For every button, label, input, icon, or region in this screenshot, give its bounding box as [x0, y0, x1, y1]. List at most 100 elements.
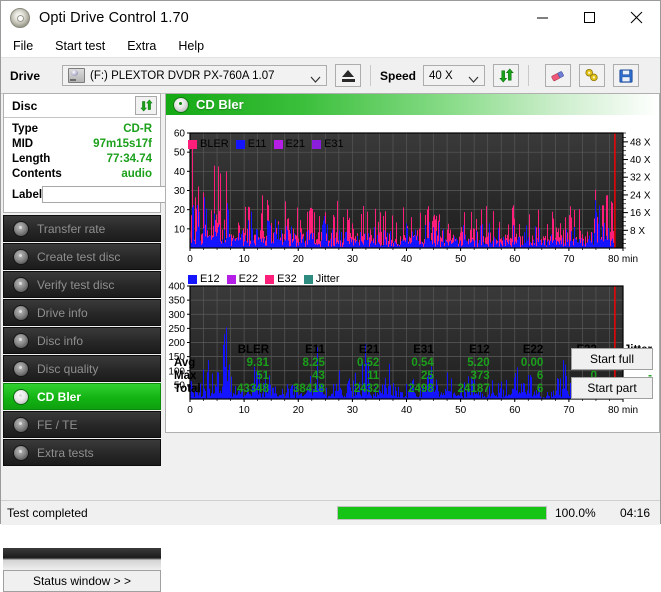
sidebar-item-label: Verify test disc	[37, 278, 114, 292]
legend-label: E12	[200, 273, 220, 285]
disc-icon	[13, 249, 29, 265]
tools-icon	[584, 68, 600, 83]
sidebar-item-label: CD Bler	[37, 390, 81, 404]
refresh-icon	[499, 68, 514, 83]
cell-avg-e31: 0.54	[386, 357, 440, 370]
sidebar-item-fe-te[interactable]: FE / TE	[3, 411, 161, 438]
toolbar-divider-2	[528, 65, 529, 86]
col-e22: E22	[497, 344, 551, 357]
legend-swatch	[265, 275, 274, 284]
floppy-disk-icon	[619, 69, 633, 83]
svg-text:50: 50	[174, 148, 186, 159]
minimize-icon[interactable]	[519, 1, 566, 34]
disc-contents-value: audio	[121, 167, 152, 182]
legend-label: BLER	[200, 138, 229, 150]
cell-max-e31: 25	[386, 370, 440, 383]
svg-text:40: 40	[401, 405, 413, 416]
sidebar-item-extra-tests[interactable]: Extra tests	[3, 439, 161, 466]
svg-text:250: 250	[168, 324, 185, 335]
legend-swatch	[236, 140, 245, 149]
disc-icon	[13, 417, 29, 433]
chevron-down-icon	[469, 72, 478, 86]
legend-item-e31: E31	[312, 138, 344, 150]
progress-bar	[337, 506, 547, 520]
svg-text:50: 50	[455, 254, 467, 265]
status-window-button[interactable]: Status window > >	[3, 570, 161, 592]
progress-percent: 100.0%	[555, 506, 615, 520]
save-button[interactable]	[613, 64, 639, 87]
erase-button[interactable]	[545, 64, 571, 87]
sidebar-item-cd-bler[interactable]: CD Bler	[3, 383, 161, 410]
sidebar-item-disc-info[interactable]: Disc info	[3, 327, 161, 354]
status-bar: Test completed 100.0% 04:16	[1, 500, 660, 525]
disc-row-mid: MID 97m15s17f	[12, 137, 152, 152]
row-label-avg: Avg	[170, 357, 220, 370]
row-label-max: Max	[170, 370, 220, 383]
speed-select-value: 40 X	[424, 70, 453, 82]
disc-refresh-button[interactable]	[135, 96, 157, 115]
menu-item-extra[interactable]: Extra	[117, 37, 166, 55]
svg-text:30: 30	[174, 186, 186, 197]
legend-label: E21	[286, 138, 306, 150]
application-window: Opti Drive Control 1.70 File Start test …	[0, 0, 661, 524]
disc-mid-key: MID	[12, 137, 33, 152]
drive-select[interactable]: (F:) PLEXTOR DVDR PX-760A 1.07	[62, 65, 327, 86]
sidebar-gradient-strip	[3, 548, 161, 570]
eraser-icon	[550, 69, 566, 83]
cell-max-bler: 51	[220, 370, 276, 383]
disc-icon	[13, 305, 29, 321]
svg-text:300: 300	[168, 310, 185, 321]
menu-item-file[interactable]: File	[3, 37, 43, 55]
start-buttons: Start full Start part	[571, 348, 653, 406]
sidebar-item-verify-test-disc[interactable]: Verify test disc	[3, 271, 161, 298]
sidebar-item-label: Transfer rate	[37, 222, 105, 236]
svg-text:80 min: 80 min	[608, 405, 638, 416]
legend-swatch	[188, 275, 197, 284]
eject-button[interactable]	[335, 64, 361, 87]
svg-text:30: 30	[347, 254, 359, 265]
start-part-button[interactable]: Start part	[571, 377, 653, 399]
legend-item-bler: BLER	[188, 138, 229, 150]
svg-text:48 X: 48 X	[630, 137, 651, 148]
title-bar: Opti Drive Control 1.70	[1, 1, 660, 34]
toolbar-divider-1	[370, 65, 371, 86]
svg-text:30: 30	[347, 405, 359, 416]
app-disc-icon	[10, 8, 30, 28]
disc-type-key: Type	[12, 122, 38, 137]
refresh-button[interactable]	[493, 64, 519, 87]
sidebar-item-drive-info[interactable]: Drive info	[3, 299, 161, 326]
legend-item-jitter: Jitter	[304, 273, 340, 285]
start-full-button[interactable]: Start full	[571, 348, 653, 370]
sidebar-item-disc-quality[interactable]: Disc quality	[3, 355, 161, 382]
col-e12: E12	[441, 344, 497, 357]
cell-total-e22: 6	[497, 383, 551, 396]
col-e31: E31	[386, 344, 440, 357]
disc-mid-value: 97m15s17f	[93, 137, 152, 152]
legend-label: Jitter	[316, 273, 340, 285]
legend-item-e32: E32	[265, 273, 297, 285]
maximize-icon[interactable]	[566, 1, 613, 34]
speed-select[interactable]: 40 X	[423, 65, 485, 86]
panel-header: CD Bler	[166, 94, 659, 115]
tools-button[interactable]	[579, 64, 605, 87]
svg-text:16 X: 16 X	[630, 208, 651, 219]
speed-label: Speed	[380, 69, 416, 83]
svg-text:20: 20	[293, 254, 305, 265]
cell-total-e12: 24187	[441, 383, 497, 396]
menu-item-help[interactable]: Help	[168, 37, 214, 55]
sidebar-item-transfer-rate[interactable]: Transfer rate	[3, 215, 161, 242]
menu-item-start-test[interactable]: Start test	[45, 37, 115, 55]
cell-avg-e12: 5.20	[441, 357, 497, 370]
svg-text:10: 10	[239, 405, 251, 416]
col-e21: E21	[332, 344, 386, 357]
drive-toolbar: Drive (F:) PLEXTOR DVDR PX-760A 1.07 Spe…	[1, 58, 660, 94]
legend-swatch	[312, 140, 321, 149]
menu-bar: File Start test Extra Help	[1, 34, 660, 58]
page-title: CD Bler	[196, 97, 244, 112]
close-icon[interactable]	[613, 1, 660, 34]
sidebar-item-label: Disc quality	[37, 362, 98, 376]
svg-text:24 X: 24 X	[630, 190, 651, 201]
sidebar-item-create-test-disc[interactable]: Create test disc	[3, 243, 161, 270]
legend-item-e21: E21	[274, 138, 306, 150]
window-title: Opti Drive Control 1.70	[39, 10, 189, 26]
